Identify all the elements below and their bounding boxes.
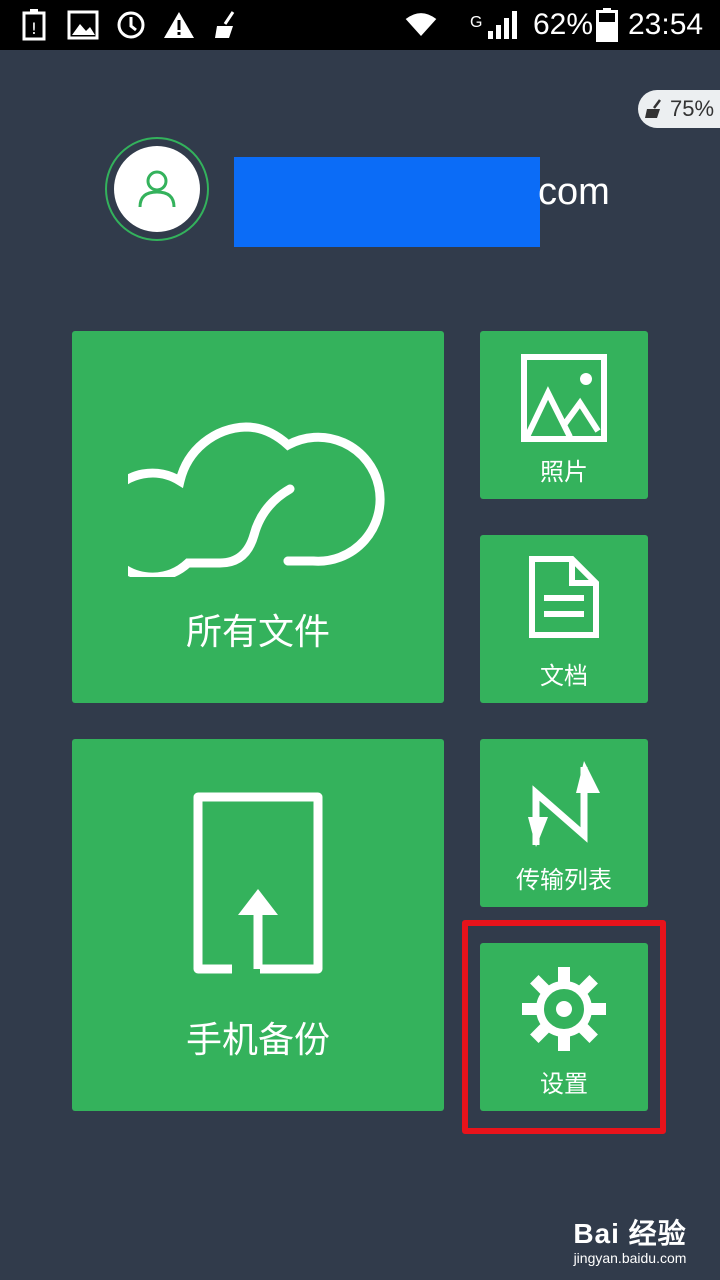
battery-warning-icon: ! (18, 8, 52, 42)
transfer-list-tile[interactable]: 传输列表 (480, 739, 648, 907)
transfer-list-label: 传输列表 (516, 866, 612, 894)
picture-icon (521, 354, 607, 442)
wifi-icon (404, 8, 438, 42)
phone-backup-label: 手机备份 (185, 1020, 330, 1061)
clock: 23:54 (628, 8, 704, 41)
memory-cleaner-value: 75% (669, 96, 715, 121)
watermark-url: jingyan.baidu.com (573, 1250, 687, 1266)
transfer-icon (528, 761, 600, 847)
documents-tile[interactable]: 文档 (480, 535, 648, 703)
user-icon (138, 170, 176, 208)
phone-upload-icon (193, 792, 323, 974)
cloud-icon (128, 422, 385, 577)
cleaner-icon (210, 8, 244, 42)
all-files-tile[interactable]: 所有文件 (72, 331, 444, 703)
battery-icon (590, 8, 624, 42)
signal-icon (486, 8, 520, 42)
account-email-suffix: com (538, 171, 610, 213)
sync-icon (114, 8, 148, 42)
battery-percent: 62% (533, 8, 594, 41)
memory-cleaner-badge[interactable]: 75% (638, 90, 720, 128)
image-icon (66, 8, 100, 42)
photos-tile[interactable]: 照片 (480, 331, 648, 499)
all-files-label: 所有文件 (185, 612, 330, 653)
phone-backup-tile[interactable]: 手机备份 (72, 739, 444, 1111)
status-bar: ! G 62% 23:54 (0, 0, 720, 50)
documents-label: 文档 (540, 662, 588, 690)
settings-highlight-box (462, 920, 666, 1134)
avatar[interactable] (114, 146, 200, 232)
watermark-logo: Bai 经验 (573, 1218, 687, 1249)
photos-label: 照片 (540, 458, 588, 486)
svg-text:!: ! (31, 19, 37, 38)
email-redaction (234, 157, 540, 247)
network-type: G (470, 14, 483, 31)
document-icon (529, 556, 599, 638)
broom-icon (644, 99, 661, 118)
baidu-watermark: Bai 经验 jingyan.baidu.com (550, 1212, 710, 1268)
alert-icon (162, 8, 196, 42)
